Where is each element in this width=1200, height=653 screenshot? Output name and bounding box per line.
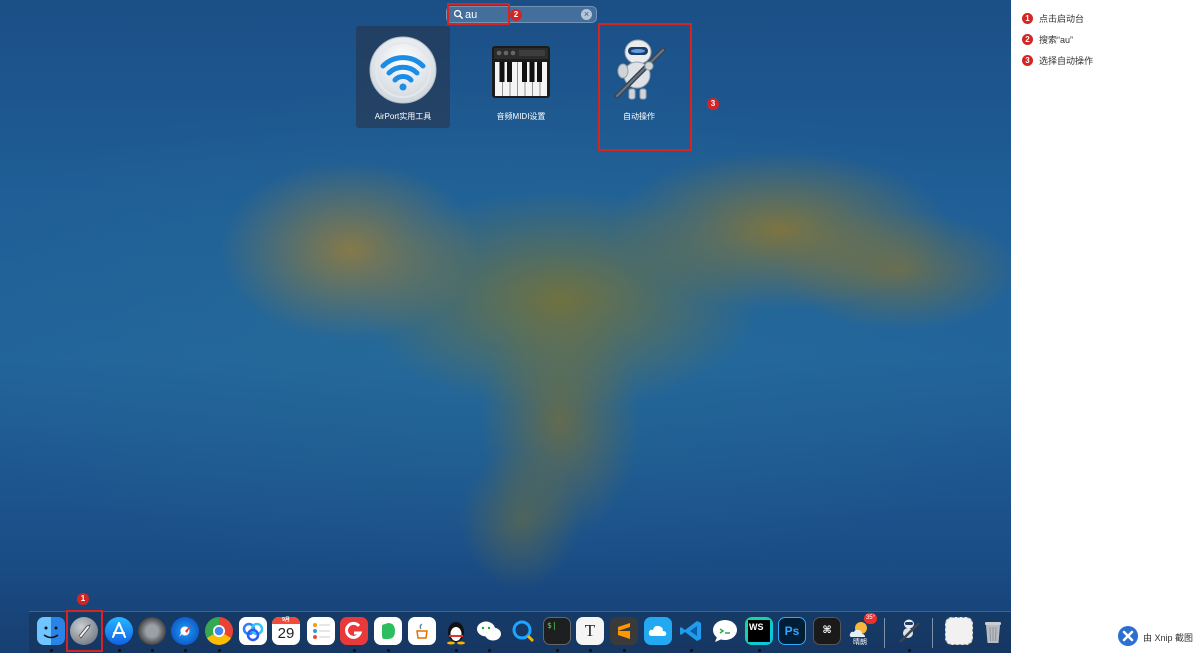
running-indicator	[488, 649, 491, 652]
xnip-text: 由 Xnip 截图	[1143, 633, 1194, 643]
step-text: 搜索“au”	[1039, 35, 1074, 45]
command-key-icon[interactable]: ⌘	[813, 617, 841, 645]
baidu-netdisk-icon[interactable]	[239, 617, 267, 645]
step-number: 2	[1022, 34, 1033, 45]
running-indicator	[556, 649, 559, 652]
calendar-icon[interactable]: 9月 29	[272, 617, 300, 645]
search-app-icon[interactable]	[509, 617, 537, 645]
dock: 9月 29 $| T WS Ps ⌘ 35° 晴朗	[29, 610, 1011, 653]
running-indicator	[908, 649, 911, 652]
running-indicator	[690, 649, 693, 652]
weather-icon[interactable]: 35° 晴朗	[846, 613, 877, 646]
step-3-note: 3 选择自动操作	[1022, 54, 1093, 67]
annotation-badge-3: 3	[707, 98, 719, 110]
downloads-stack-icon[interactable]	[945, 617, 973, 645]
running-indicator	[387, 649, 390, 652]
airport-wifi-icon	[369, 36, 437, 104]
clear-search-icon[interactable]: ×	[581, 9, 592, 20]
annotation-badge-1: 1	[77, 593, 89, 605]
step-1-note: 1 点击启动台	[1022, 12, 1084, 25]
sublime-text-icon[interactable]	[610, 617, 638, 645]
app-label: 音频MIDI设置	[496, 112, 546, 121]
cloud-drive-icon[interactable]	[644, 617, 672, 645]
app-store-icon[interactable]	[105, 617, 133, 645]
trash-icon[interactable]	[979, 617, 1007, 645]
step-text: 点击启动台	[1039, 14, 1085, 24]
calendar-day: 29	[277, 625, 295, 642]
step-number: 3	[1022, 55, 1033, 66]
calendar-month: 9月	[282, 617, 290, 623]
app-airport-utility[interactable]: AirPort实用工具	[356, 26, 450, 128]
xnip-logo-icon	[1118, 626, 1138, 646]
weather-temp-badge: 35°	[864, 613, 877, 624]
reminders-icon[interactable]	[307, 617, 335, 645]
step-text: 选择自动操作	[1039, 56, 1094, 66]
highlight-box-search	[447, 3, 510, 25]
piano-keyboard-icon	[492, 46, 550, 98]
running-indicator	[455, 649, 458, 652]
running-indicator	[184, 649, 187, 652]
qq-penguin-icon[interactable]	[442, 617, 470, 645]
wechat-icon[interactable]	[475, 617, 503, 645]
app-label: AirPort实用工具	[374, 112, 432, 121]
chat-bubble-icon[interactable]	[711, 617, 739, 645]
dock-separator	[884, 618, 885, 648]
highlight-box-launchpad	[66, 610, 103, 652]
running-indicator	[50, 649, 53, 652]
annotation-badge-2: 2	[510, 9, 522, 21]
running-indicator	[623, 649, 626, 652]
photoshop-icon[interactable]: Ps	[778, 617, 806, 645]
running-indicator	[758, 649, 761, 652]
app-red-g-icon[interactable]	[340, 617, 368, 645]
running-indicator	[118, 649, 121, 652]
evernote-elephant-icon[interactable]	[374, 617, 402, 645]
finder-icon[interactable]	[37, 617, 65, 645]
typora-t-icon[interactable]: T	[576, 617, 604, 645]
step-2-note: 2 搜索“au”	[1022, 33, 1073, 46]
running-indicator	[218, 649, 221, 652]
launchpad-screen: au × 2 AirPort实用工具 音频MIDI设置 自动操作 3 1 9月 …	[0, 0, 1011, 653]
chrome-icon[interactable]	[205, 617, 233, 645]
step-number: 1	[1022, 13, 1033, 24]
running-indicator	[151, 649, 154, 652]
system-preferences-gear-icon[interactable]	[138, 617, 166, 645]
automator-dock-icon[interactable]	[895, 617, 923, 645]
running-indicator	[353, 649, 356, 652]
dock-separator	[932, 618, 933, 648]
terminal-icon[interactable]: $|	[543, 617, 571, 645]
app-audio-midi-setup[interactable]: 音频MIDI设置	[474, 26, 568, 128]
webstorm-icon[interactable]: WS	[745, 617, 773, 645]
vscode-icon[interactable]	[677, 617, 705, 645]
safari-compass-icon[interactable]	[171, 617, 199, 645]
weather-label: 晴朗	[853, 639, 867, 646]
java-cup-icon[interactable]	[408, 617, 436, 645]
highlight-box-automator	[598, 23, 692, 151]
running-indicator	[589, 649, 592, 652]
